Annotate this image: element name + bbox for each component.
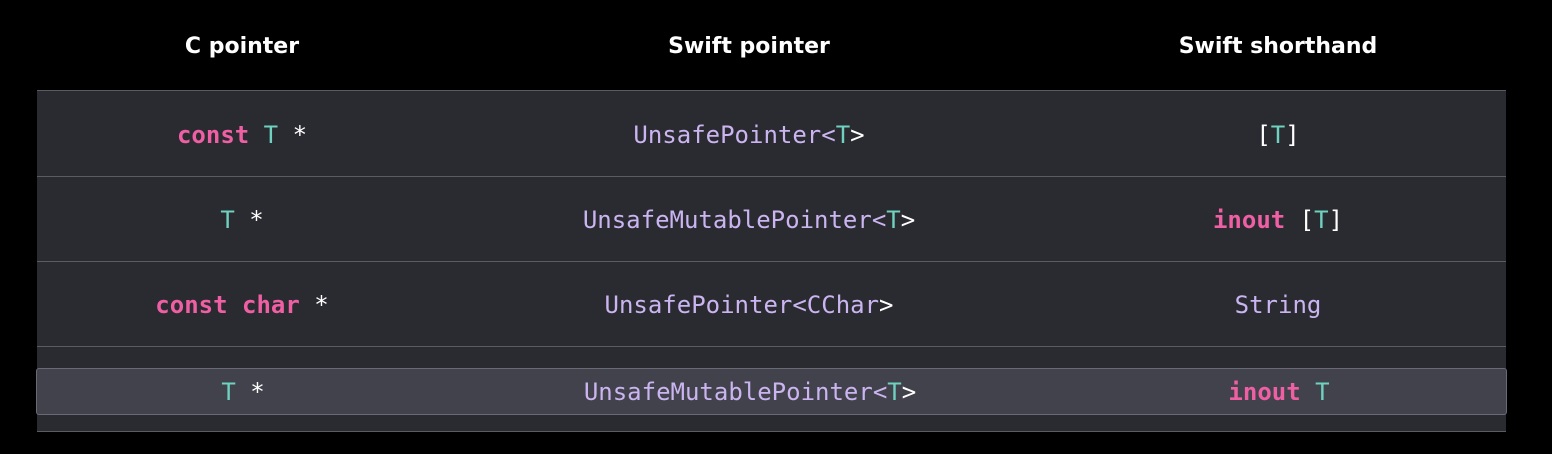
- type-token: T: [1314, 206, 1329, 234]
- swift-pointer-cell: UnsafeMutablePointer<T>: [584, 377, 916, 407]
- c-pointer-cell: T *: [220, 205, 263, 235]
- identifier-token: UnsafeMutablePointer<: [582, 206, 887, 234]
- punctuation-token: *: [278, 121, 308, 149]
- punctuation-token: >: [901, 377, 917, 406]
- punctuation-token: ]: [1328, 206, 1344, 234]
- swift-shorthand-cell: [T]: [1256, 120, 1299, 150]
- punctuation-token: *: [235, 377, 265, 406]
- type-token: T: [220, 206, 235, 234]
- table-bottom-divider: [37, 431, 1506, 432]
- highlighted-table-row[interactable]: T * UnsafeMutablePointer<T> inout T: [36, 368, 1507, 415]
- keyword-token: const: [176, 121, 250, 149]
- table-header: C pointer Swift pointer Swift shorthand: [0, 0, 1552, 90]
- table-top-divider: [37, 90, 1506, 91]
- c-pointer-cell: T *: [221, 377, 264, 407]
- type-token: T: [1315, 377, 1330, 406]
- identifier-token: UnsafePointer<: [633, 121, 836, 149]
- type-token: T: [221, 377, 236, 406]
- punctuation-token: ]: [1285, 121, 1300, 149]
- punctuation-token: >: [850, 121, 865, 149]
- identifier-token: UnsafePointer<CChar: [604, 291, 880, 319]
- type-token: T: [263, 121, 279, 149]
- table-row: T * UnsafeMutablePointer<T> inout [T]: [37, 178, 1506, 262]
- swift-pointer-cell: UnsafeMutablePointer<T>: [583, 205, 915, 235]
- punctuation-token: [: [1285, 206, 1315, 234]
- c-pointer-cell: const char *: [155, 290, 328, 320]
- swift-pointer-cell: UnsafePointer<T>: [633, 120, 864, 150]
- type-token: T: [887, 377, 902, 406]
- type-token: T: [1270, 121, 1286, 149]
- punctuation-token: [249, 121, 263, 149]
- pointer-mapping-table: const T * UnsafePointer<T> [T] T * Unsaf…: [36, 90, 1507, 432]
- punctuation-token: >: [879, 291, 894, 319]
- header-c-pointer: C pointer: [184, 34, 300, 59]
- c-pointer-cell: const T *: [177, 120, 307, 150]
- keyword-token: inout: [1212, 206, 1286, 234]
- keyword-token: inout: [1228, 377, 1301, 406]
- identifier-token: UnsafeMutablePointer<: [583, 377, 888, 406]
- type-token: T: [886, 206, 901, 234]
- keyword-token: const char: [155, 291, 300, 319]
- swift-pointer-cell: UnsafePointer<CChar>: [605, 290, 894, 320]
- type-token: T: [835, 121, 851, 149]
- swift-shorthand-cell: String: [1235, 290, 1322, 320]
- punctuation-token: *: [234, 206, 264, 234]
- punctuation-token: *: [299, 291, 329, 319]
- table-row: const char * UnsafePointer<CChar> String: [37, 263, 1506, 347]
- header-swift-shorthand: Swift shorthand: [1178, 34, 1378, 59]
- punctuation-token: [: [1256, 121, 1271, 149]
- table-row: const T * UnsafePointer<T> [T]: [37, 93, 1506, 177]
- swift-shorthand-cell: inout [T]: [1213, 205, 1343, 235]
- swift-shorthand-cell: inout T: [1228, 377, 1329, 407]
- punctuation-token: >: [900, 206, 916, 234]
- identifier-token: String: [1234, 291, 1322, 319]
- header-swift-pointer: Swift pointer: [668, 34, 830, 59]
- punctuation-token: [1301, 378, 1315, 406]
